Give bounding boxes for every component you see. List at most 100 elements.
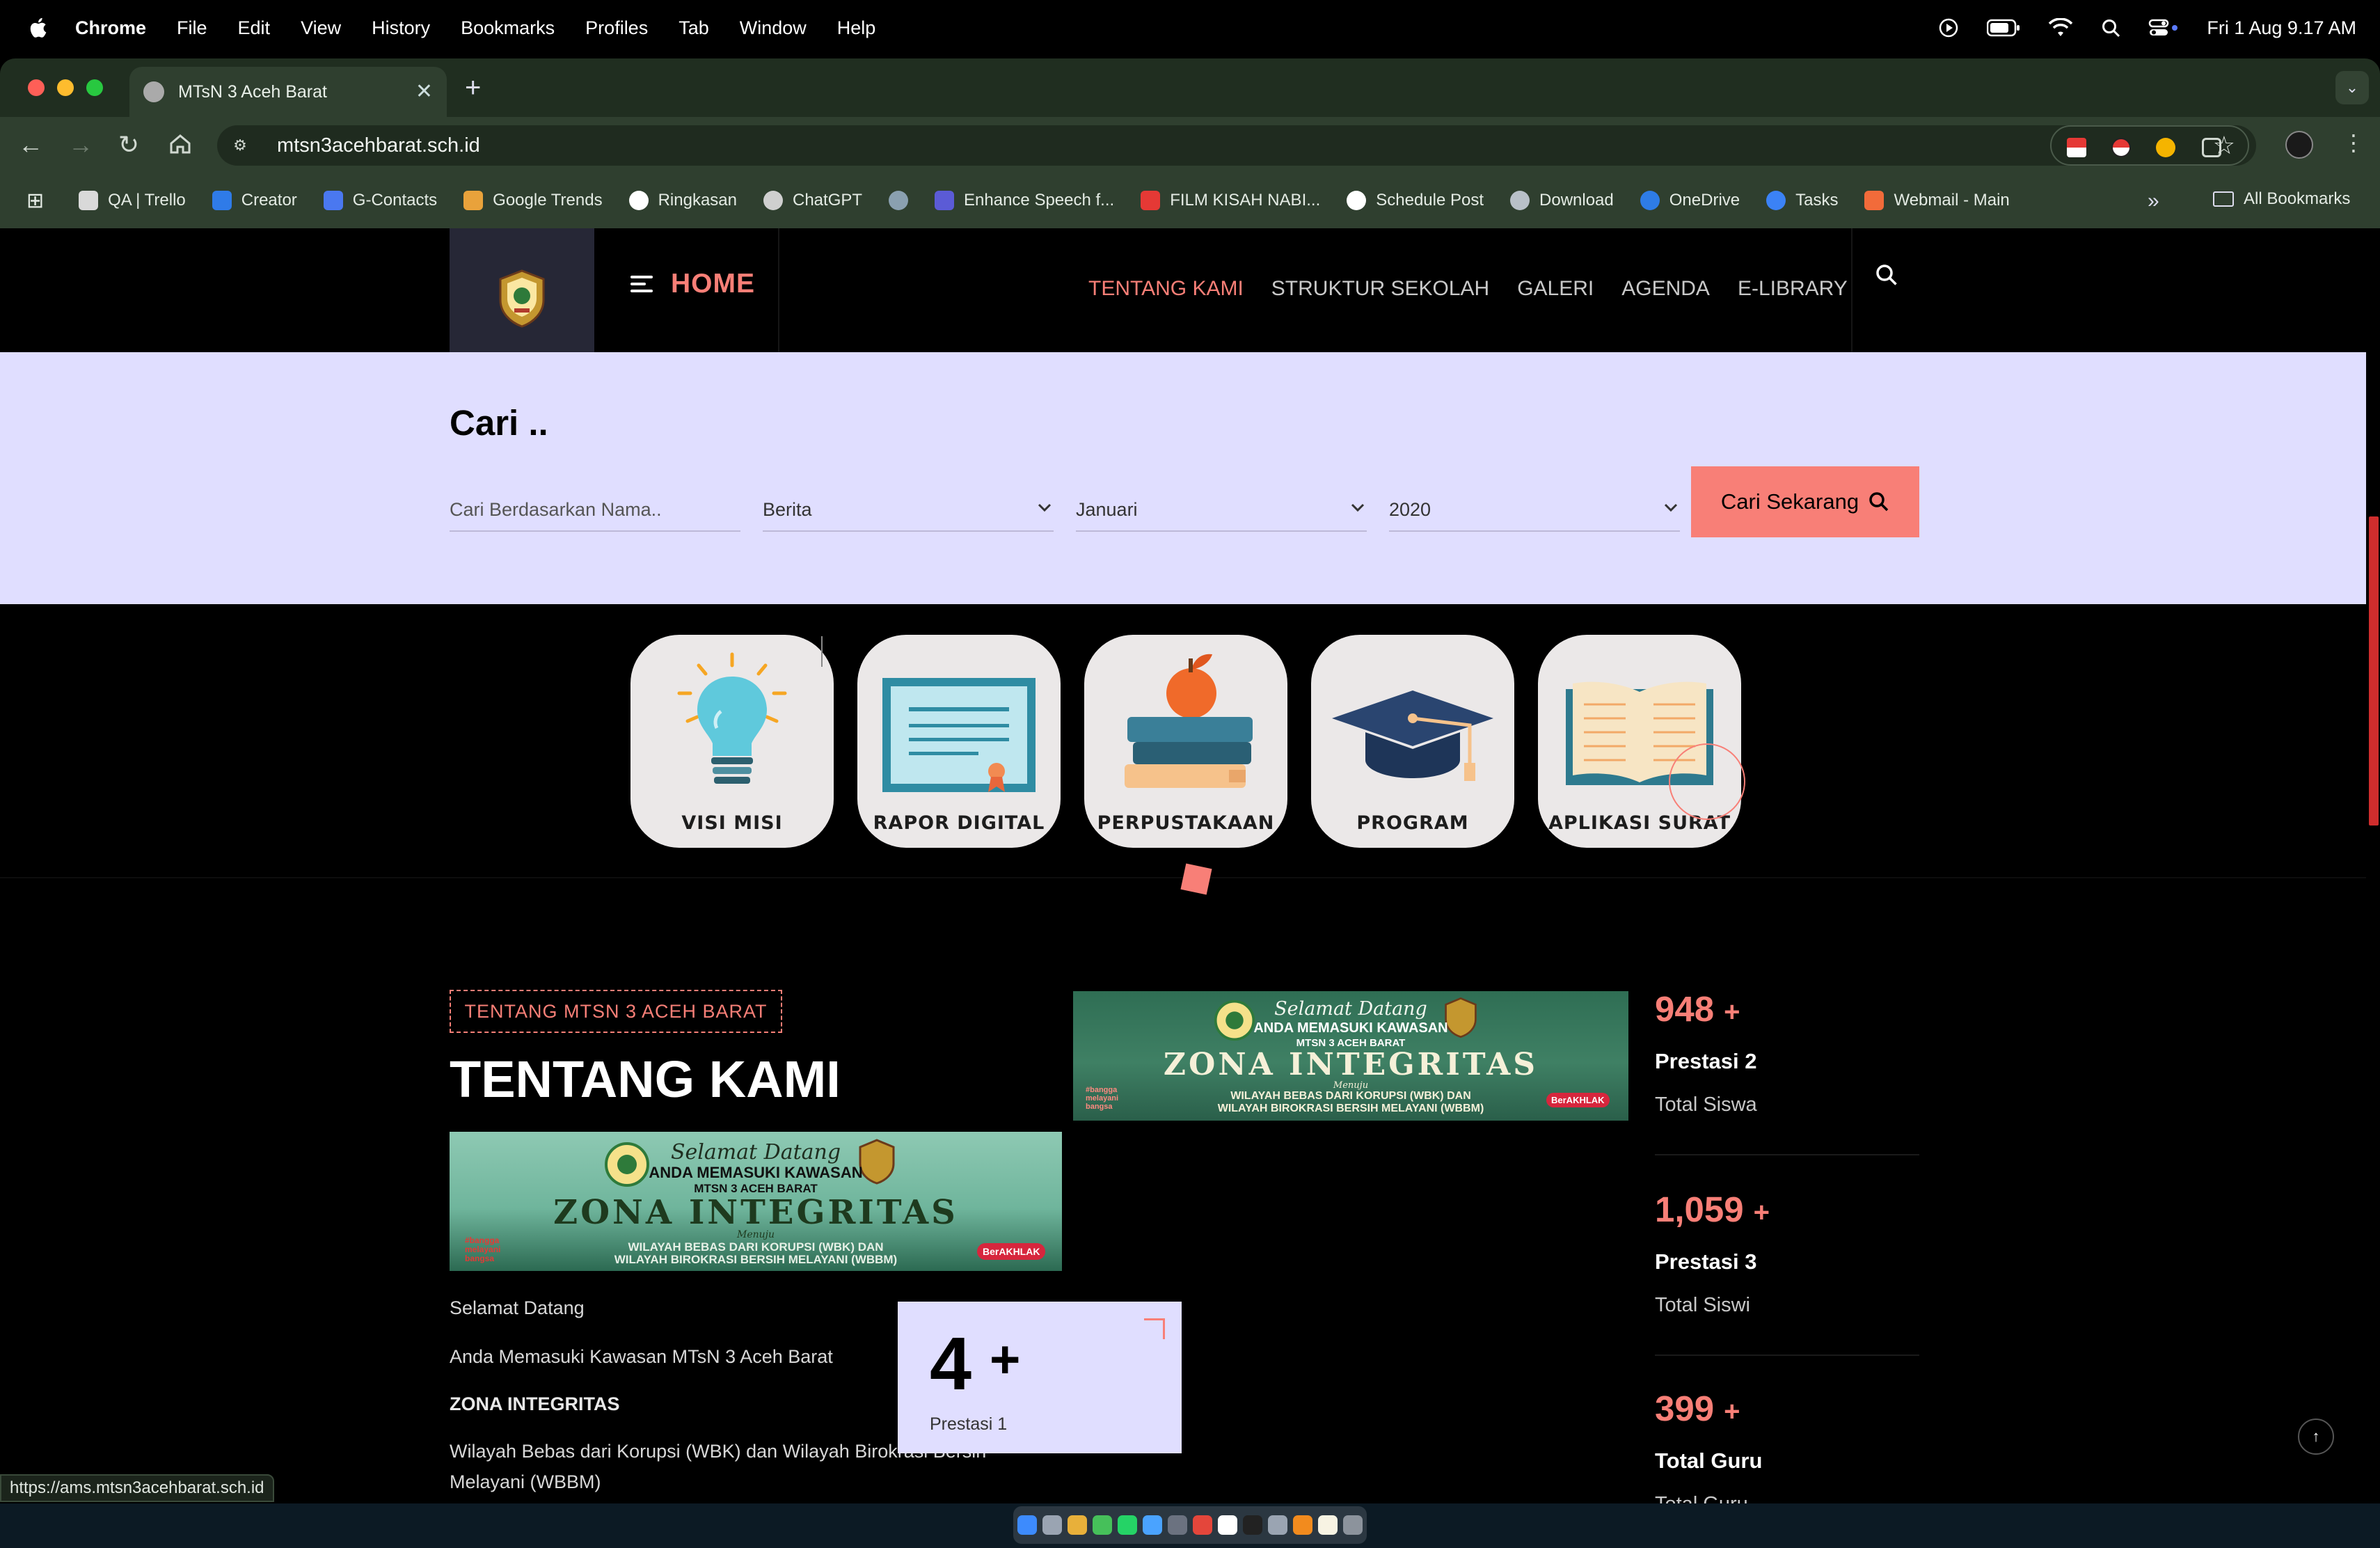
menu-help[interactable]: Help: [837, 17, 876, 39]
nav-e-library[interactable]: E-LIBRARY: [1738, 277, 1848, 301]
bookmark-favicon-icon: [463, 191, 484, 210]
back-arrow-icon[interactable]: ←: [18, 131, 43, 159]
dock-whatsapp-icon[interactable]: [1118, 1515, 1137, 1535]
dock-terminal-icon[interactable]: [1243, 1515, 1262, 1535]
browser-tab-active[interactable]: MTsN 3 Aceh Barat ✕: [129, 67, 447, 117]
bookmark-item[interactable]: Schedule Post: [1347, 191, 1484, 210]
browser-window: MTsN 3 Aceh Barat ✕ + ⌄ ← → ↻ ⚙ mtsn3ace…: [0, 58, 2380, 228]
apps-grid-icon[interactable]: ⊞: [26, 189, 44, 213]
address-bar[interactable]: ⚙ mtsn3acehbarat.sch.id ☆: [217, 125, 2256, 166]
window-zoom-button[interactable]: [86, 79, 103, 96]
nav-agenda[interactable]: AGENDA: [1621, 277, 1710, 301]
dock-vlc-icon[interactable]: [1293, 1515, 1312, 1535]
bookmark-item[interactable]: FILM KISAH NABI...: [1141, 191, 1320, 210]
dock-app-icon[interactable]: [1268, 1515, 1287, 1535]
menu-clock[interactable]: Fri 1 Aug 9.17 AM: [2207, 17, 2356, 39]
control-center-icon[interactable]: [2148, 18, 2179, 38]
back-to-top-button[interactable]: ↑: [2298, 1419, 2334, 1455]
menu-tab[interactable]: Tab: [679, 17, 709, 39]
bookmark-item[interactable]: Creator: [212, 191, 297, 210]
dock-chrome-icon[interactable]: [1068, 1515, 1087, 1535]
dock-app-icon[interactable]: [1218, 1515, 1237, 1535]
dock-app-icon[interactable]: [1168, 1515, 1187, 1535]
wifi-icon[interactable]: [2048, 18, 2073, 38]
forward-arrow-icon[interactable]: →: [68, 131, 93, 159]
search-icon[interactable]: [1875, 263, 1898, 287]
banner-menuju: Menuju: [736, 1229, 775, 1240]
nav-struktur-sekolah[interactable]: STRUKTUR SEKOLAH: [1271, 277, 1489, 301]
dock-trash-icon[interactable]: [1343, 1515, 1363, 1535]
bookmark-favicon-icon: [323, 191, 343, 210]
spotlight-search-icon[interactable]: [2101, 18, 2120, 38]
reload-icon[interactable]: ↻: [118, 131, 139, 159]
site-info-icon[interactable]: ⚙: [224, 129, 256, 161]
bookmark-item[interactable]: Enhance Speech f...: [935, 191, 1114, 210]
home-label[interactable]: HOME: [671, 269, 755, 299]
about-paragraph: Melayani (WBBM): [450, 1471, 601, 1492]
quick-link-perpustakaan[interactable]: PERPUSTAKAAN: [1084, 635, 1287, 848]
bookmark-item[interactable]: Download: [1510, 191, 1614, 210]
dock-finder-icon[interactable]: [1017, 1515, 1037, 1535]
browser-menu-icon[interactable]: ⋮: [2342, 129, 2365, 156]
all-bookmarks-button[interactable]: All Bookmarks: [2213, 189, 2350, 209]
category-select[interactable]: Berita: [763, 489, 1054, 532]
tab-close-icon[interactable]: ✕: [415, 79, 433, 104]
menu-history[interactable]: History: [372, 17, 430, 39]
scrollbar-thumb[interactable]: [2369, 516, 2379, 826]
home-link[interactable]: HOME: [630, 269, 755, 299]
menu-app-name[interactable]: Chrome: [75, 17, 146, 39]
bookmark-item[interactable]: QA | Trello: [79, 191, 186, 210]
menu-file[interactable]: File: [177, 17, 207, 39]
bookmark-item[interactable]: [889, 191, 909, 210]
menu-view[interactable]: View: [301, 17, 341, 39]
school-logo[interactable]: [450, 228, 594, 369]
quick-link-label: PROGRAM: [1356, 812, 1469, 834]
extension-dark-mode-icon[interactable]: [2156, 138, 2175, 157]
nav-tentang-kami[interactable]: TENTANG KAMI: [1088, 277, 1244, 301]
month-select[interactable]: Januari: [1076, 489, 1367, 532]
extensions-puzzle-icon[interactable]: [2202, 138, 2221, 157]
bookmark-item[interactable]: Tasks: [1766, 191, 1838, 210]
quick-link-program[interactable]: PROGRAM: [1311, 635, 1514, 848]
dock-launchpad-icon[interactable]: [1042, 1515, 1062, 1535]
bookmarks-overflow-button[interactable]: »: [2148, 189, 2159, 213]
battery-icon[interactable]: [1987, 19, 2020, 37]
menu-bookmarks[interactable]: Bookmarks: [461, 17, 555, 39]
quick-link-visi-misi[interactable]: VISI MISI: [630, 635, 834, 848]
hamburger-menu-icon[interactable]: [630, 271, 653, 297]
bangga-melayani-logo: #bangga melayani bangsa: [1086, 1086, 1119, 1111]
bookmark-item[interactable]: Ringkasan: [628, 191, 737, 210]
menu-edit[interactable]: Edit: [238, 17, 271, 39]
now-playing-icon[interactable]: [1938, 17, 1959, 38]
bookmark-item[interactable]: Google Trends: [463, 191, 603, 210]
new-tab-button[interactable]: +: [465, 72, 481, 104]
home-icon[interactable]: [168, 132, 192, 156]
banner-headline: ZONA INTEGRITAS: [1163, 1047, 1539, 1082]
window-minimize-button[interactable]: [57, 79, 74, 96]
quick-link-label: PERPUSTAKAAN: [1097, 812, 1275, 834]
dock-notes-icon[interactable]: [1318, 1515, 1338, 1535]
extension-pokeball-icon[interactable]: [2111, 138, 2131, 157]
extension-flag-icon[interactable]: [2067, 138, 2086, 157]
profile-avatar[interactable]: [2285, 131, 2313, 159]
bookmark-item[interactable]: Webmail - Main: [1864, 191, 2010, 210]
bookmark-item[interactable]: ChatGPT: [763, 191, 862, 210]
menu-profiles[interactable]: Profiles: [585, 17, 648, 39]
bookmark-item[interactable]: OneDrive: [1640, 191, 1740, 210]
dock-app-icon[interactable]: [1143, 1515, 1162, 1535]
tab-search-chevron-icon[interactable]: ⌄: [2335, 71, 2369, 104]
apple-logo-icon[interactable]: [26, 15, 51, 40]
search-now-button[interactable]: Cari Sekarang: [1691, 466, 1919, 537]
dock-app-icon[interactable]: [1193, 1515, 1212, 1535]
menu-window[interactable]: Window: [740, 17, 807, 39]
bookmark-item[interactable]: G-Contacts: [323, 191, 437, 210]
stat-number: 1,059: [1655, 1190, 1744, 1229]
window-close-button[interactable]: [28, 79, 45, 96]
nav-galeri[interactable]: GALERI: [1517, 277, 1594, 301]
search-name-input[interactable]: Cari Berdasarkan Nama..: [450, 489, 740, 532]
scrollbar-track[interactable]: [2366, 228, 2380, 1503]
address-url[interactable]: mtsn3acehbarat.sch.id: [277, 134, 480, 157]
quick-link-rapor-digital[interactable]: RAPOR DIGITAL: [857, 635, 1061, 848]
dock-app-icon[interactable]: [1093, 1515, 1112, 1535]
year-select[interactable]: 2020: [1389, 489, 1680, 532]
